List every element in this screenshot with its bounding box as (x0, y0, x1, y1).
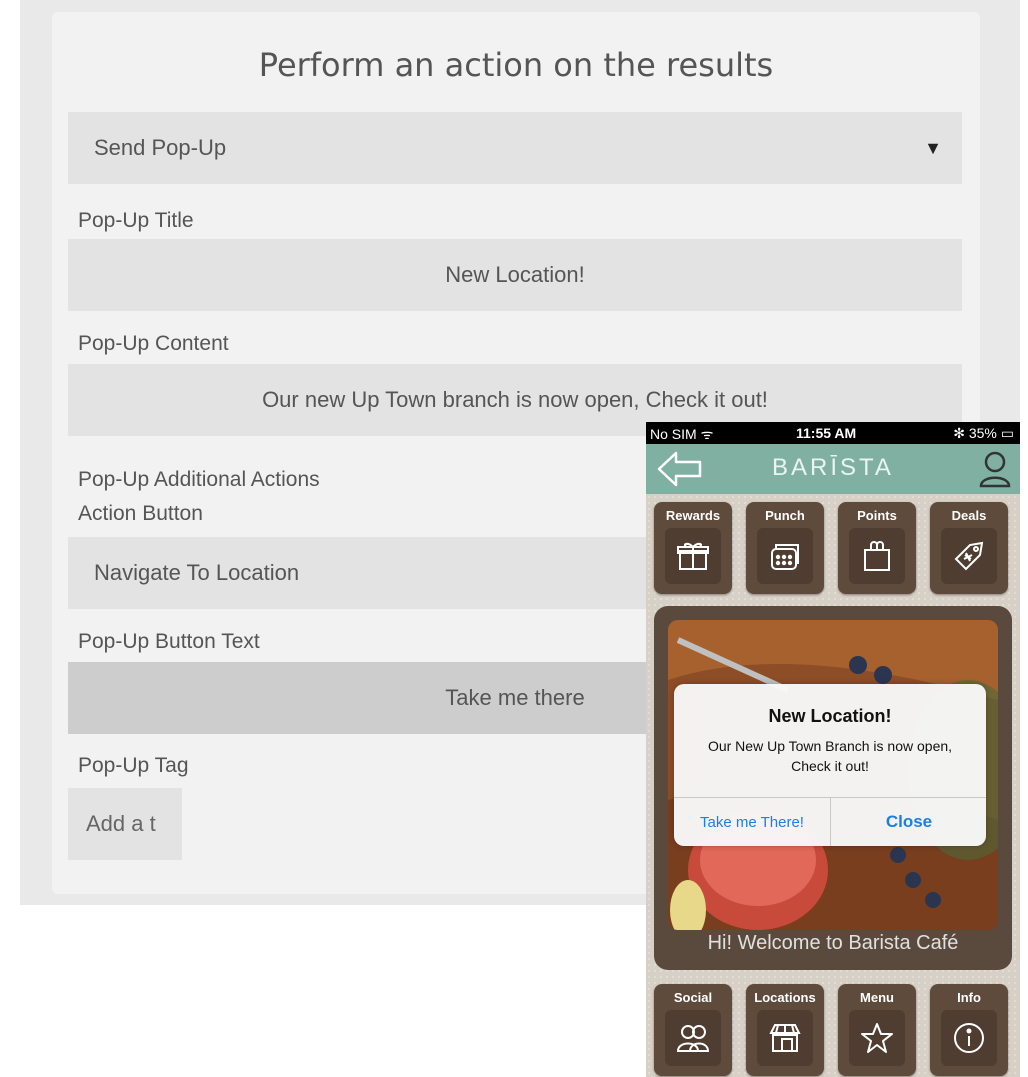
additional-actions-label: Pop-Up Additional Actions (78, 468, 320, 491)
tag-icon (941, 528, 997, 584)
alert-message: Our New Up Town Branch is now open, Chec… (707, 738, 953, 774)
action-select-value: Send Pop-Up (94, 135, 227, 160)
status-bar: No SIM ᯤ 11:55 AM ✻ 35% ▭ (646, 422, 1020, 444)
chevron-down-icon: ▼ (924, 138, 942, 158)
app-name: BARĪSTA (772, 454, 894, 481)
app-header: BARĪSTA (646, 444, 1020, 494)
action-button-value: Navigate To Location (94, 560, 300, 585)
welcome-text: Hi! Welcome to Barista Café (707, 932, 959, 954)
star-icon (849, 1010, 905, 1066)
popup-tag-input[interactable]: Add a t (68, 788, 182, 860)
tile-label: Deals (951, 508, 987, 523)
people-icon (665, 1010, 721, 1066)
alert-action-button[interactable]: Take me There! (674, 798, 830, 846)
button-text-value: Take me there (445, 685, 585, 710)
popup-title-value: New Location! (445, 262, 585, 287)
user-icon[interactable] (978, 450, 1012, 493)
popup-alert: New Location! Our New Up Town Branch is … (674, 684, 986, 846)
popup-content-label: Pop-Up Content (78, 332, 229, 355)
punch-card-icon (757, 528, 813, 584)
form-title: Perform an action on the results (258, 46, 774, 84)
tile-points[interactable]: Points (838, 502, 916, 594)
alert-close-button[interactable]: Close (831, 798, 986, 846)
tile-info[interactable]: Info (930, 984, 1008, 1076)
popup-content-value: Our new Up Town branch is now open, Chec… (262, 387, 768, 412)
popup-title-label: Pop-Up Title (78, 209, 194, 232)
popup-tag-placeholder: Add a t (86, 811, 156, 836)
store-icon (757, 1010, 813, 1066)
tile-label: Social (673, 990, 713, 1005)
tile-label: Locations (754, 990, 816, 1005)
info-icon (941, 1010, 997, 1066)
battery-status: ✻ 35% ▭ (953, 425, 1014, 441)
tile-label: Info (957, 990, 981, 1005)
status-time: 11:55 AM (796, 425, 857, 441)
action-select[interactable]: Send Pop-Up ▼ (68, 112, 962, 184)
tile-social[interactable]: Social (654, 984, 732, 1076)
tile-punch[interactable]: Punch (746, 502, 824, 594)
phone-preview: No SIM ᯤ 11:55 AM ✻ 35% ▭ BARĪSTA Reward… (646, 422, 1020, 1077)
tile-label: Punch (765, 508, 805, 523)
button-text-label: Pop-Up Button Text (78, 630, 260, 653)
carrier-text: No SIM ᯤ (650, 426, 714, 442)
tile-deals[interactable]: Deals (930, 502, 1008, 594)
tile-label: Rewards (665, 508, 721, 523)
tile-label: Points (857, 508, 897, 523)
popup-tag-label: Pop-Up Tag (78, 754, 189, 777)
gift-icon (665, 528, 721, 584)
tile-label: Menu (860, 990, 894, 1005)
action-button-label: Action Button (78, 502, 203, 525)
tile-menu[interactable]: Menu (838, 984, 916, 1076)
popup-title-input[interactable]: New Location! (68, 239, 962, 311)
tile-locations[interactable]: Locations (746, 984, 824, 1076)
shopping-bag-icon (849, 528, 905, 584)
alert-title: New Location! (768, 706, 892, 726)
tile-rewards[interactable]: Rewards (654, 502, 732, 594)
